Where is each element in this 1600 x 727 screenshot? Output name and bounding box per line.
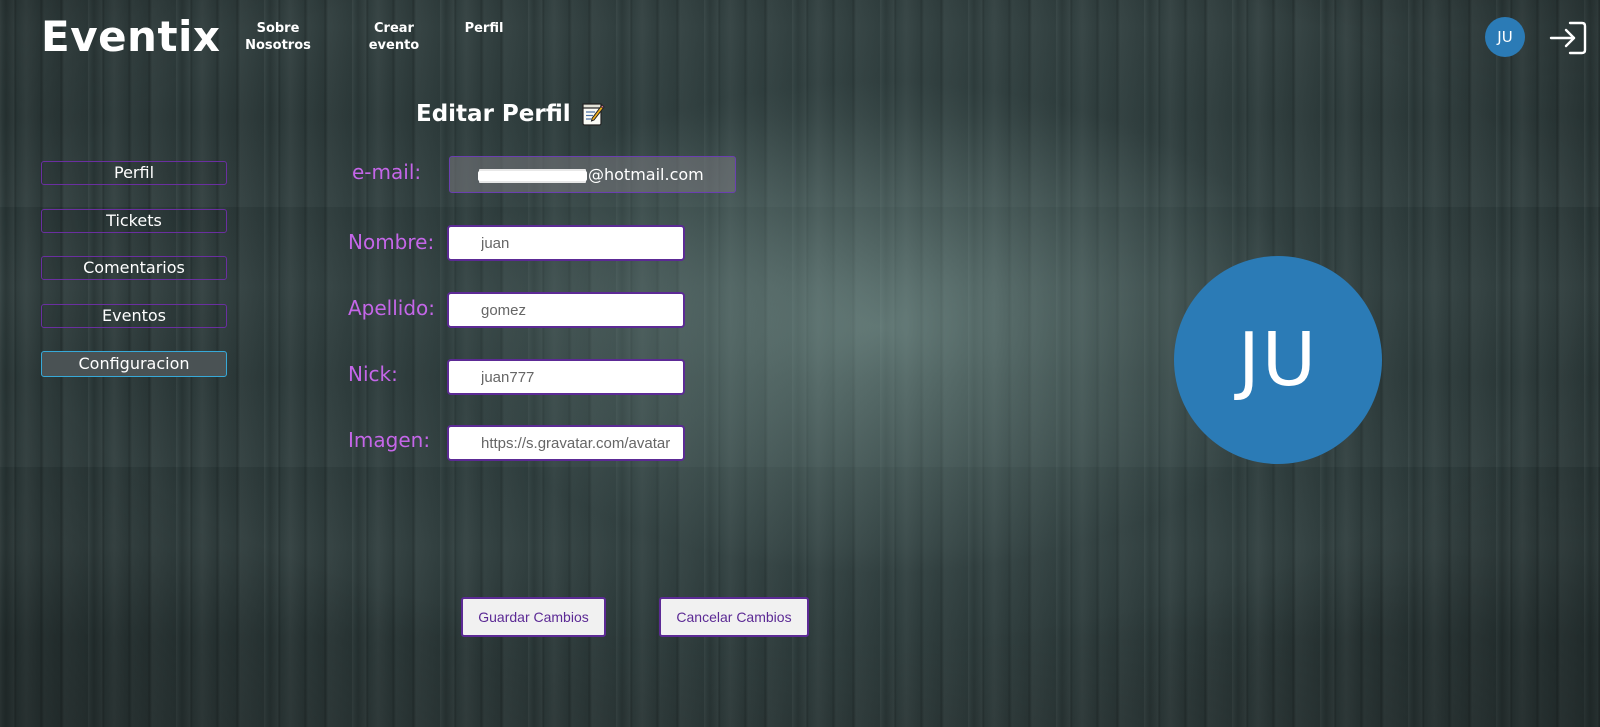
apellido-label: Apellido: xyxy=(348,296,436,320)
save-button[interactable]: Guardar Cambios xyxy=(461,597,606,637)
memo-icon xyxy=(581,101,605,127)
nombre-input[interactable] xyxy=(447,225,685,261)
email-domain: @hotmail.com xyxy=(588,165,704,184)
nav-sobre-nosotros[interactable]: Sobre Nosotros xyxy=(244,20,312,54)
brand-logo[interactable]: Eventix xyxy=(41,12,221,61)
nav-crear-line1: Crear xyxy=(374,21,414,36)
nav-crear-evento[interactable]: Crear evento xyxy=(360,20,428,54)
email-field: @hotmail.com xyxy=(449,156,736,193)
profile-avatar-preview: JU xyxy=(1174,256,1382,464)
sidebar-item-perfil[interactable]: Perfil xyxy=(41,161,227,185)
sidebar-item-configuracion[interactable]: Configuracion xyxy=(41,351,227,377)
nav-sobre-line1: Sobre xyxy=(256,21,300,36)
nav-crear-line2: evento xyxy=(368,38,420,53)
nav-perfil[interactable]: Perfil xyxy=(462,20,506,37)
page-title: Editar Perfil xyxy=(416,101,605,127)
nick-input[interactable] xyxy=(447,359,685,395)
imagen-input[interactable] xyxy=(447,425,685,461)
logout-icon[interactable] xyxy=(1548,18,1588,58)
sidebar-item-eventos[interactable]: Eventos xyxy=(41,304,227,328)
apellido-input[interactable] xyxy=(447,292,685,328)
sidebar-item-comentarios[interactable]: Comentarios xyxy=(41,256,227,280)
email-redaction xyxy=(478,170,587,181)
nombre-label: Nombre: xyxy=(348,230,435,254)
user-avatar[interactable]: JU xyxy=(1485,17,1525,57)
nick-label: Nick: xyxy=(348,362,398,386)
nav-sobre-line2: Nosotros xyxy=(245,38,311,53)
logout-icon-svg xyxy=(1549,21,1587,55)
cancel-button[interactable]: Cancelar Cambios xyxy=(659,597,809,637)
page-title-text: Editar Perfil xyxy=(416,101,571,127)
imagen-label: Imagen: xyxy=(348,428,431,452)
email-label: e-mail: xyxy=(352,160,422,184)
sidebar-item-tickets[interactable]: Tickets xyxy=(41,209,227,233)
